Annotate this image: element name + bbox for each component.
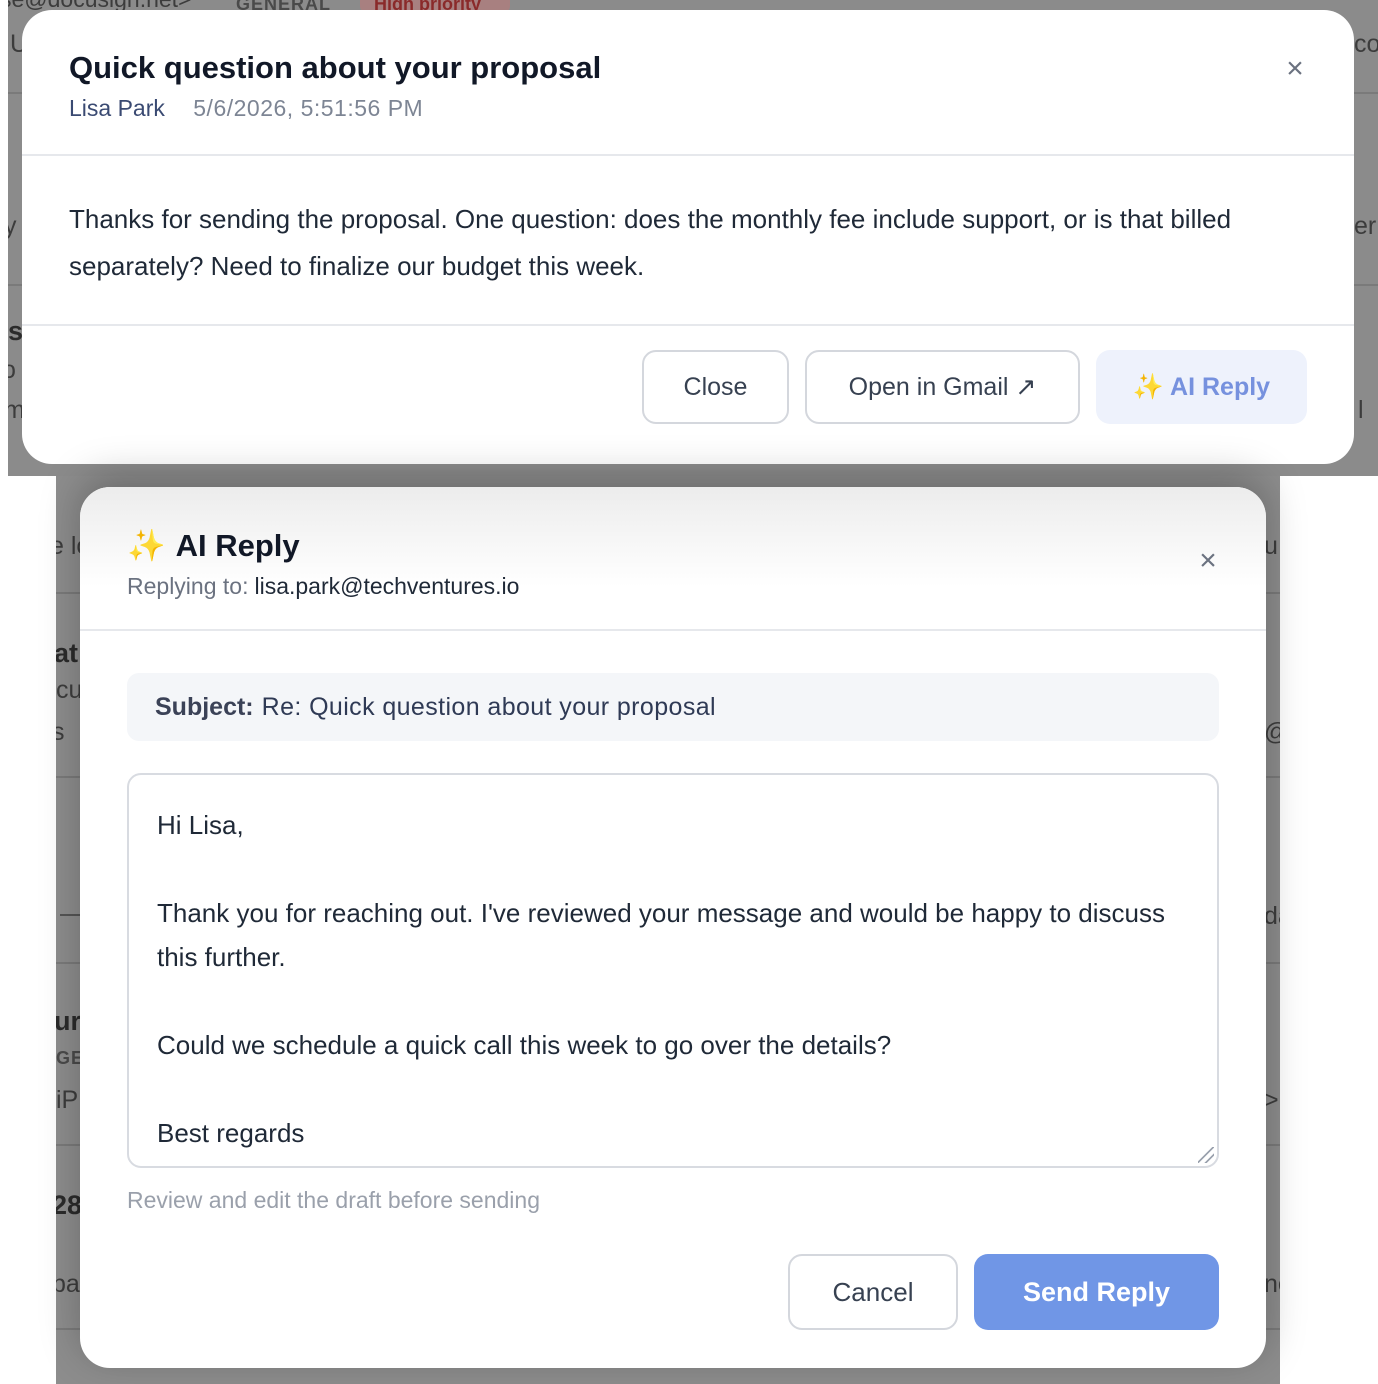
email-modal-header: Quick question about your proposal Lisa …: [22, 10, 1354, 156]
ai-reply-title: ✨ AI Reply: [127, 527, 300, 564]
reply-subject: Subject: Re: Quick question about your p…: [127, 673, 1219, 741]
replying-to: Replying to: lisa.park@techventures.io: [127, 573, 519, 600]
close-icon[interactable]: ×: [1193, 546, 1223, 576]
subject-value: Re: Quick question about your proposal: [261, 692, 716, 721]
replying-to-address: lisa.park@techventures.io: [254, 573, 520, 599]
bg-fragment: s: [56, 718, 65, 746]
cancel-button[interactable]: Cancel: [788, 1254, 958, 1330]
send-reply-button[interactable]: Send Reply: [974, 1254, 1219, 1330]
close-icon[interactable]: ×: [1280, 54, 1310, 84]
open-in-gmail-button[interactable]: Open in Gmail ↗: [805, 350, 1080, 424]
draft-hint: Review and edit the draft before sending: [127, 1187, 540, 1213]
resize-handle-icon[interactable]: [1198, 1147, 1214, 1163]
bg-fragment: @s: [1264, 718, 1280, 747]
email-body-section: Thanks for sending the proposal. One que…: [22, 156, 1354, 326]
bg-fragment: >: [1264, 1086, 1279, 1114]
bg-fragment: ur: [56, 1006, 81, 1036]
email-detail-modal: Quick question about your proposal Lisa …: [22, 10, 1354, 464]
email-sender: Lisa Park: [69, 95, 165, 121]
bg-fragment: da: [1264, 902, 1280, 930]
email-modal-footer: Close Open in Gmail ↗ ✨ AI Reply: [22, 326, 1354, 464]
ai-reply-header: ✨ AI Reply Replying to: lisa.park@techvent…: [80, 487, 1266, 631]
ai-reply-button[interactable]: ✨ AI Reply: [1096, 350, 1307, 424]
bg-fragment: 28: [56, 1190, 83, 1220]
bg-fragment: s: [8, 316, 24, 346]
email-date: 5/6/2026, 5:51:56 PM: [193, 95, 424, 121]
bg-fragment: y: [8, 212, 17, 240]
ai-reply-title-text: AI Reply: [175, 528, 300, 563]
bg-fragment: cu: [56, 676, 83, 704]
bg-fragment: ne: [1264, 1270, 1280, 1298]
bg-fragment: co: [1354, 30, 1378, 58]
sparkle-icon: ✨: [127, 528, 166, 563]
ai-reply-modal: ✨ AI Reply Replying to: lisa.park@techvent…: [80, 487, 1266, 1368]
subject-label: Subject:: [155, 692, 254, 721]
bg-fragment: l: [1358, 396, 1364, 424]
sparkle-icon: ✨: [1132, 372, 1165, 401]
email-body: Thanks for sending the proposal. One que…: [69, 204, 1232, 281]
bg-fragment: pa: [56, 1270, 80, 1298]
bg-fragment: u: [1264, 532, 1278, 560]
email-meta: Lisa Park 5/6/2026, 5:51:56 PM: [69, 95, 423, 122]
close-button[interactable]: Close: [642, 350, 789, 424]
replying-to-label: Replying to:: [127, 573, 249, 599]
bg-fragment: at: [56, 638, 79, 668]
bg-fragment: iP: [56, 1086, 79, 1114]
bg-fragment: er: [1354, 212, 1377, 240]
email-subject-title: Quick question about your proposal: [69, 50, 602, 85]
reply-draft-textarea[interactable]: Hi Lisa, Thank you for reaching out. I'v…: [127, 773, 1219, 1168]
bg-fragment: o: [8, 356, 16, 384]
ai-reply-label: AI Reply: [1170, 372, 1271, 401]
